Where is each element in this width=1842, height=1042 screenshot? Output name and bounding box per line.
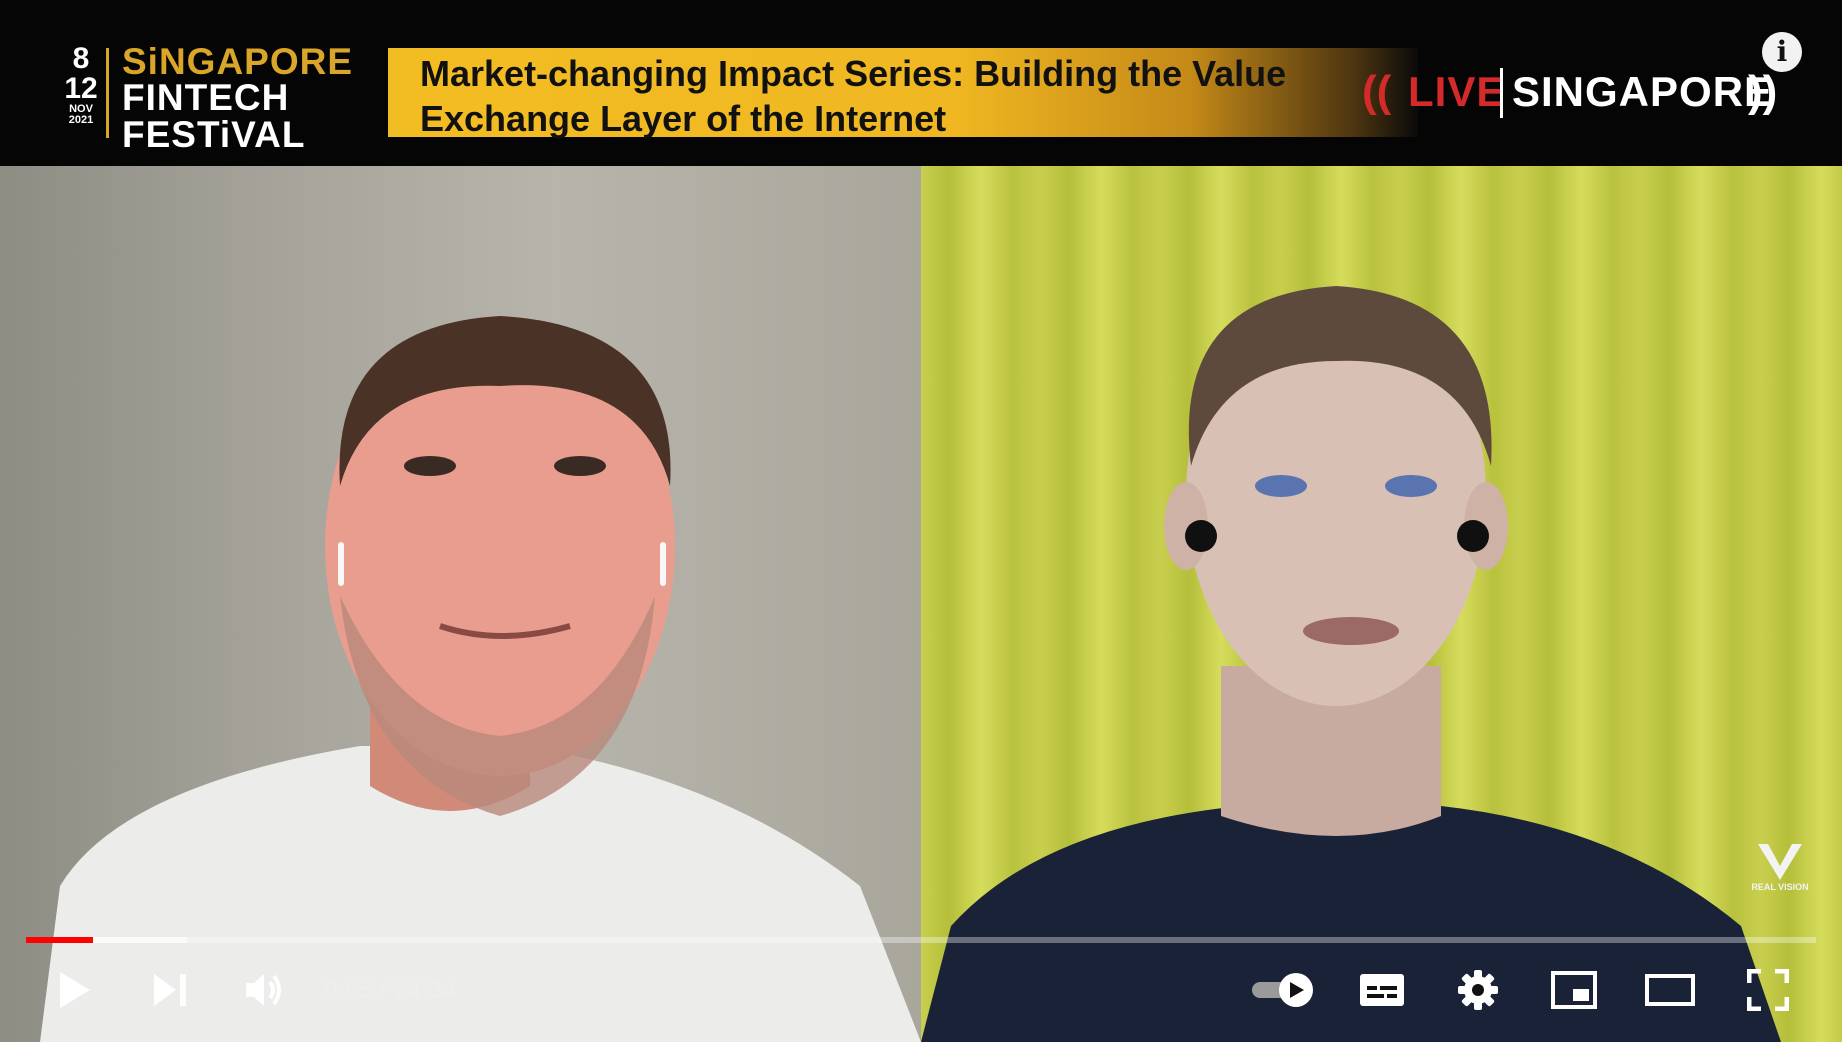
next-icon bbox=[154, 974, 186, 1006]
video-pane-right bbox=[921, 166, 1842, 1042]
festival-logo: 8 12 NOV 2021 SiNGAPORE FINTECH FESTiVAL bbox=[62, 43, 362, 153]
speaker-left-figure bbox=[40, 316, 921, 1042]
theater-mode-icon bbox=[1645, 974, 1695, 1006]
session-title: Market-changing Impact Series: Building … bbox=[420, 53, 1287, 139]
speaker-right-figure bbox=[921, 286, 1781, 1042]
festival-name-line3: FESTiVAL bbox=[122, 113, 306, 155]
gear-icon bbox=[1458, 970, 1498, 1010]
progress-played bbox=[26, 937, 93, 943]
date-end: 12 bbox=[64, 72, 98, 105]
volume-button[interactable] bbox=[234, 955, 294, 1025]
video-player[interactable]: 8 12 NOV 2021 SiNGAPORE FINTECH FESTiVAL… bbox=[0, 0, 1842, 1042]
festival-name: SiNGAPORE FINTECH FESTiVAL bbox=[122, 41, 354, 155]
theater-mode-button[interactable] bbox=[1640, 955, 1700, 1025]
festival-dates: 8 12 NOV 2021 bbox=[62, 44, 100, 126]
autoplay-toggle[interactable] bbox=[1250, 955, 1320, 1025]
fullscreen-icon bbox=[1747, 969, 1789, 1011]
logo-divider bbox=[106, 48, 109, 138]
settings-button[interactable] bbox=[1448, 955, 1508, 1025]
broadcast-waves-icon: )) bbox=[1748, 67, 1778, 116]
video-pane-left bbox=[0, 166, 921, 1042]
date-year: 2021 bbox=[68, 114, 94, 126]
watermark-text: REAL VISION bbox=[1751, 882, 1809, 892]
autoplay-toggle-icon bbox=[1252, 973, 1313, 1007]
miniplayer-icon bbox=[1551, 971, 1597, 1009]
miniplayer-button[interactable] bbox=[1544, 955, 1604, 1025]
time-current: 0:55 bbox=[324, 976, 373, 1004]
subtitles-button[interactable] bbox=[1352, 955, 1412, 1025]
time-separator: / bbox=[379, 976, 394, 1004]
next-button[interactable] bbox=[140, 955, 200, 1025]
live-logo-divider bbox=[1500, 68, 1503, 118]
festival-name-line1: SiNGAPORE bbox=[122, 41, 354, 82]
time-display: 0:55 / 24:34 bbox=[324, 975, 456, 1005]
real-vision-watermark: REAL VISION bbox=[1740, 842, 1820, 902]
date-start: 8 bbox=[72, 42, 90, 75]
live-label: LIVE bbox=[1408, 68, 1506, 115]
session-title-box: Market-changing Impact Series: Building … bbox=[388, 48, 1418, 139]
live-singapore-logo: (( LIVE SINGAPORE )) bbox=[1362, 62, 1792, 132]
city-label: SINGAPORE bbox=[1512, 68, 1774, 115]
volume-icon bbox=[246, 974, 281, 1006]
subtitles-icon bbox=[1360, 974, 1404, 1006]
info-icon[interactable]: i bbox=[1762, 32, 1802, 72]
play-icon bbox=[60, 972, 90, 1008]
time-total: 24:34 bbox=[393, 976, 457, 1004]
festival-name-line2: FINTECH bbox=[122, 77, 290, 119]
fullscreen-button[interactable] bbox=[1738, 955, 1798, 1025]
event-banner: 8 12 NOV 2021 SiNGAPORE FINTECH FESTiVAL… bbox=[0, 0, 1842, 166]
player-controls: 0:55 / 24:34 bbox=[0, 955, 1842, 1025]
progress-bar[interactable] bbox=[26, 937, 1816, 943]
play-button[interactable] bbox=[44, 955, 104, 1025]
real-vision-logo-icon bbox=[1758, 844, 1802, 880]
live-broadcast-icon: (( bbox=[1362, 67, 1392, 116]
